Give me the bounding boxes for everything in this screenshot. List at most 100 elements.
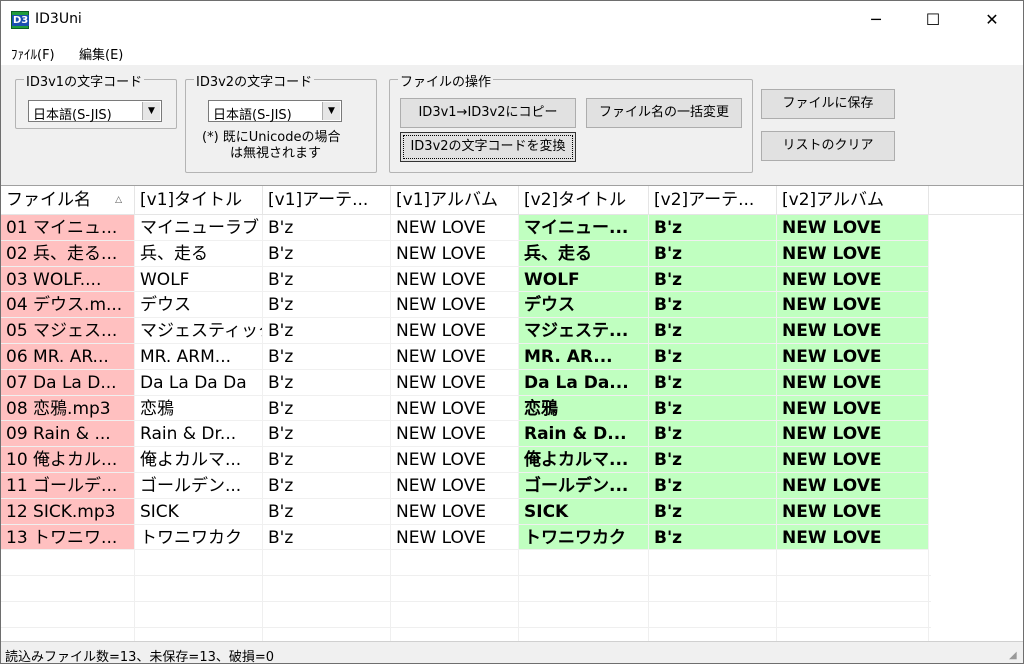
cell-v2-artist: B'z: [649, 473, 777, 499]
table-row[interactable]: 10 俺よカル... 俺よカルマ... B'z NEW LOVE 俺よカルマ... B'z…: [1, 447, 1023, 473]
cell-v1-album: NEW LOVE: [391, 524, 519, 551]
id3v1-encoding-value: 日本語(S-JIS): [33, 108, 112, 123]
cell-v2-title: Da La Da...: [519, 369, 649, 396]
clear-list-button[interactable]: リストのクリア: [761, 131, 895, 161]
table-row[interactable]: 02 兵、走る... 兵、走る B'z NEW LOVE 兵、走る B'z NEW LOVE: [1, 240, 1023, 267]
maximize-button[interactable]: ☐: [910, 1, 956, 39]
cell-v2-artist: B'z: [649, 344, 777, 370]
batch-rename-button[interactable]: ファイル名の一括変更: [586, 98, 742, 128]
cell-v1-title: 兵、走る: [135, 240, 263, 267]
grid-column-line: [928, 550, 929, 642]
cell-v1-artist: B'z: [263, 318, 391, 344]
cell-filename: 03 WOLF....: [1, 266, 135, 293]
cell-v2-album: NEW LOVE: [777, 215, 929, 241]
cell-filename: 02 兵、走る...: [1, 240, 135, 267]
table-row[interactable]: 09 Rain & ... Rain & Dr... B'z NEW LOVE Rain…: [1, 421, 1023, 448]
title-bar[interactable]: D3 ID3Uni ─ ☐ ✕: [1, 1, 1023, 39]
convert-v2-encoding-button[interactable]: ID3v2の文字コードを変換: [400, 132, 576, 162]
chevron-down-icon[interactable]: ▼: [142, 102, 160, 120]
id3v1-encoding-group: ID3v1の文字コード 日本語(S-JIS) ▼: [15, 71, 177, 129]
cell-v2-title: SICK: [519, 498, 649, 525]
chevron-down-icon[interactable]: ▼: [322, 102, 340, 120]
cell-v2-artist: B'z: [649, 447, 777, 473]
list-header: ファイル名 △ [v1]タイトル [v1]アーテ... [v1]アルバム [v2]タイトル…: [1, 186, 1023, 215]
column-header-v2-artist[interactable]: [v2]アーテ...: [649, 186, 777, 214]
cell-v1-artist: B'z: [263, 369, 391, 396]
cell-filename: 11 ゴールデ...: [1, 473, 135, 499]
cell-v1-album: NEW LOVE: [391, 498, 519, 525]
cell-v2-artist: B'z: [649, 395, 777, 422]
minimize-button[interactable]: ─: [853, 1, 899, 39]
cell-filename: 05 マジェス...: [1, 318, 135, 344]
column-header-v2-album[interactable]: [v2]アルバム: [777, 186, 929, 214]
table-row[interactable]: 03 WOLF.... WOLF B'z NEW LOVE WOLF B'z NEW LOV…: [1, 266, 1023, 293]
cell-filename: 09 Rain & ...: [1, 421, 135, 448]
grid-column-line: [134, 550, 135, 642]
cell-filename: 10 俺よカル...: [1, 447, 135, 473]
cell-v2-title: MR. AR...: [519, 344, 649, 370]
column-header-label: [v2]タイトル: [524, 190, 627, 210]
cell-v2-album: NEW LOVE: [777, 447, 929, 473]
cell-v2-artist: B'z: [649, 266, 777, 293]
cell-v2-title: デウス: [519, 292, 649, 319]
cell-v2-title: マイニュー...: [519, 215, 649, 241]
cell-v1-artist: B'z: [263, 498, 391, 525]
cell-filename: 08 恋鴉.mp3: [1, 395, 135, 422]
copy-v1-to-v2-button[interactable]: ID3v1→ID3v2にコピー: [400, 98, 576, 128]
column-header-v2-title[interactable]: [v2]タイトル: [519, 186, 649, 214]
cell-v2-artist: B'z: [649, 369, 777, 396]
cell-v2-title: マジェステ...: [519, 318, 649, 344]
table-row[interactable]: 11 ゴールデ... ゴールデン... B'z NEW LOVE ゴールデン... B'z…: [1, 473, 1023, 499]
resize-grip-icon[interactable]: ◢: [1009, 650, 1021, 662]
unicode-note-line2: は無視されます: [230, 146, 322, 161]
cell-v1-album: NEW LOVE: [391, 240, 519, 267]
cell-v2-album: NEW LOVE: [777, 344, 929, 370]
cell-v1-album: NEW LOVE: [391, 447, 519, 473]
cell-filename: 06 MR. AR...: [1, 344, 135, 370]
table-row[interactable]: 04 デウス.m... デウス B'z NEW LOVE デウス B'z NEW LOVE: [1, 292, 1023, 319]
grid-line: [1, 601, 931, 602]
cell-v1-artist: B'z: [263, 447, 391, 473]
menu-edit[interactable]: 編集(E): [79, 44, 123, 63]
cell-v1-album: NEW LOVE: [391, 395, 519, 422]
table-row[interactable]: 07 Da La D... Da La Da Da B'z NEW LOVE Da La…: [1, 369, 1023, 396]
cell-v2-album: NEW LOVE: [777, 318, 929, 344]
cell-v2-title: WOLF: [519, 266, 649, 293]
cell-v1-album: NEW LOVE: [391, 421, 519, 448]
file-operations-group: ファイルの操作 ID3v1→ID3v2にコピー ファイル名の一括変更 ID3v2…: [389, 71, 753, 173]
id3v2-encoding-label: ID3v2の文字コード: [194, 71, 315, 90]
grid-column-line: [262, 550, 263, 642]
table-row[interactable]: 06 MR. AR... MR. ARM... B'z NEW LOVE MR. AR.…: [1, 344, 1023, 370]
column-header-v1-artist[interactable]: [v1]アーテ...: [263, 186, 391, 214]
save-to-file-button[interactable]: ファイルに保存: [761, 89, 895, 119]
column-header-label: [v2]アーテ...: [654, 190, 755, 210]
cell-v2-album: NEW LOVE: [777, 498, 929, 525]
menu-file[interactable]: ﾌｧｲﾙ(F): [11, 44, 55, 63]
table-row[interactable]: 12 SICK.mp3 SICK B'z NEW LOVE SICK B'z NEW LOV…: [1, 498, 1023, 525]
column-header-v1-title[interactable]: [v1]タイトル: [135, 186, 263, 214]
cell-filename: 12 SICK.mp3: [1, 498, 135, 525]
table-row[interactable]: 01 マイニュ... マイニューラブ B'z NEW LOVE マイニュー... B'z N…: [1, 215, 1023, 241]
cell-v2-album: NEW LOVE: [777, 473, 929, 499]
table-row[interactable]: 13 トワニワ... トワニワカク B'z NEW LOVE トワニワカク B'z NEW …: [1, 524, 1023, 551]
cell-v1-artist: B'z: [263, 215, 391, 241]
id3v1-encoding-select[interactable]: 日本語(S-JIS) ▼: [28, 100, 162, 123]
table-row[interactable]: 08 恋鴉.mp3 恋鴉 B'z NEW LOVE 恋鴉 B'z NEW LOVE: [1, 395, 1023, 422]
cell-v1-artist: B'z: [263, 240, 391, 267]
cell-v1-album: NEW LOVE: [391, 266, 519, 293]
cell-v2-title: ゴールデン...: [519, 473, 649, 499]
column-header-filename[interactable]: ファイル名 △: [1, 186, 135, 214]
cell-v1-album: NEW LOVE: [391, 473, 519, 499]
unicode-note-line1: (*) 既にUnicodeの場合: [202, 130, 341, 145]
cell-v2-title: 俺よカルマ...: [519, 447, 649, 473]
column-header-v1-album[interactable]: [v1]アルバム: [391, 186, 519, 214]
id3v1-encoding-label: ID3v1の文字コード: [24, 71, 145, 90]
table-row[interactable]: 05 マジェス... マジェスティック B'z NEW LOVE マジェステ... B'z…: [1, 318, 1023, 344]
cell-v2-artist: B'z: [649, 215, 777, 241]
id3v2-encoding-select[interactable]: 日本語(S-JIS) ▼: [208, 100, 342, 123]
cell-v1-title: WOLF: [135, 266, 263, 293]
close-button[interactable]: ✕: [969, 1, 1015, 39]
status-bar: 読込みファイル数=13、未保存=13、破損=0 ◢: [1, 641, 1023, 663]
file-list-view[interactable]: ファイル名 △ [v1]タイトル [v1]アーテ... [v1]アルバム [v2]タイトル…: [1, 185, 1023, 642]
cell-v1-title: トワニワカク: [135, 524, 263, 551]
